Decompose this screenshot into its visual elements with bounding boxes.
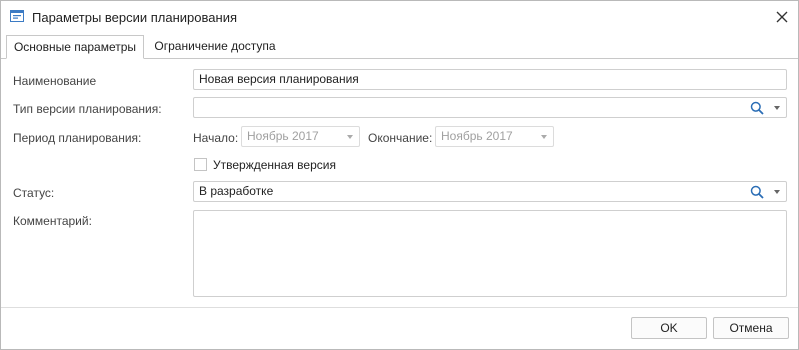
comment-label: Комментарий: [13,214,92,228]
period-label: Период планирования: [13,131,142,145]
tab-strip: Основные параметры Ограничение доступа [1,33,798,59]
start-label: Начало: [193,131,239,145]
end-period-select[interactable]: Ноябрь 2017 [435,126,554,147]
ok-button[interactable]: OK [631,317,707,339]
version-type-select[interactable] [193,97,787,118]
end-label: Окончание: [368,131,433,145]
comment-textarea[interactable] [193,210,787,297]
start-period-select[interactable]: Ноябрь 2017 [241,126,360,147]
status-value: В разработке [199,184,274,198]
version-type-label: Тип версии планирования: [13,102,162,116]
chevron-down-icon[interactable] [347,135,353,139]
close-icon[interactable] [772,7,792,27]
name-input[interactable]: Новая версия планирования [193,69,787,90]
status-select[interactable]: В разработке [193,181,787,202]
chevron-down-icon[interactable] [774,190,780,194]
chevron-down-icon[interactable] [541,135,547,139]
window-title: Параметры версии планирования [32,10,237,25]
name-value: Новая версия планирования [199,72,359,86]
start-period-value: Ноябрь 2017 [247,129,319,143]
search-icon[interactable] [750,185,764,199]
status-label: Статус: [13,186,55,200]
tab-access-restriction[interactable]: Ограничение доступа [151,35,279,58]
search-icon[interactable] [750,101,764,115]
dialog-window: Параметры версии планирования Основные п… [0,0,799,350]
tab-main-parameters[interactable]: Основные параметры [6,35,144,59]
name-label: Наименование [13,74,97,88]
cancel-button[interactable]: Отмена [713,317,789,339]
footer-divider [1,307,798,308]
end-period-value: Ноябрь 2017 [441,129,513,143]
chevron-down-icon[interactable] [774,106,780,110]
title-bar: Параметры версии планирования [1,1,798,33]
window-form-icon [10,10,24,22]
approved-version-checkbox[interactable] [194,158,207,171]
approved-version-label[interactable]: Утвержденная версия [213,158,336,172]
